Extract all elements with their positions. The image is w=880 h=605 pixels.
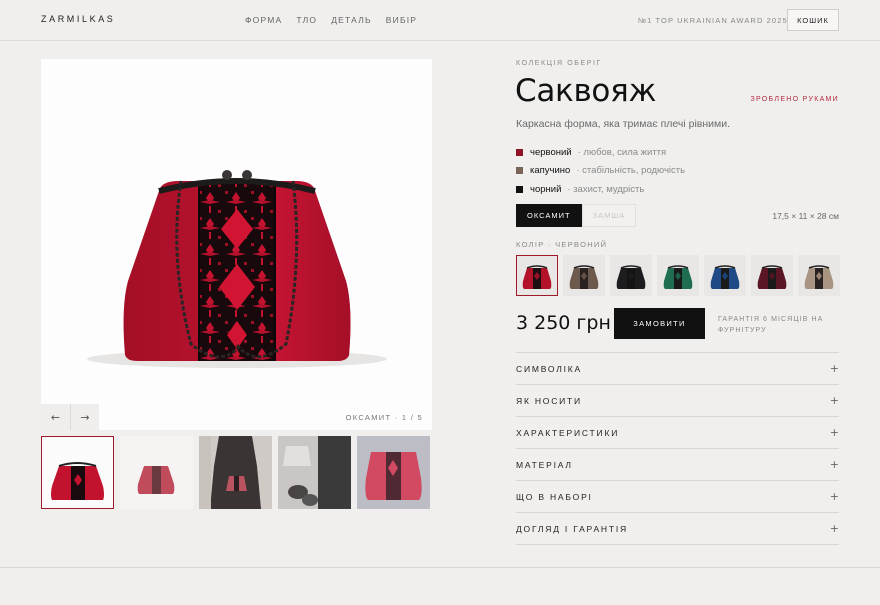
- handmade-badge: ЗРОБЛЕНО РУКАМИ: [750, 96, 839, 103]
- material-selector: ОКСАМИТ ЗАМША: [516, 204, 637, 227]
- accordion-title: ДОГЛЯД І ГАРАНТІЯ: [516, 523, 628, 534]
- color-swatch-5[interactable]: [704, 255, 746, 296]
- plus-icon[interactable]: +: [830, 458, 839, 471]
- color-meaning: · захист, мудрість: [567, 183, 645, 195]
- swatch-bag-image: [563, 255, 605, 296]
- nav-link-vybir[interactable]: ВИБІР: [386, 15, 417, 25]
- color-meaning: · любов, сила життя: [577, 146, 667, 158]
- color-meanings-list: червоний · любов, сила життя капучино · …: [516, 143, 685, 199]
- color-swatch-4[interactable]: [657, 255, 699, 296]
- product-title: Саквояж: [515, 73, 657, 109]
- color-name: капучино: [530, 165, 571, 177]
- thumbnail-3[interactable]: [199, 436, 272, 509]
- nav-link-detal[interactable]: ДЕТАЛЬ: [331, 15, 372, 25]
- accordion-title: ХАРАКТЕРИСТИКИ: [516, 427, 620, 438]
- nav-link-forma[interactable]: ФОРМА: [245, 15, 282, 25]
- accordion-item-material[interactable]: МАТЕРІАЛ +: [516, 449, 839, 481]
- plus-icon[interactable]: +: [830, 426, 839, 439]
- color-swatch-2[interactable]: [563, 255, 605, 296]
- product-subtitle: Каркасна форма, яка тримає плечі рівними…: [516, 118, 731, 130]
- plus-icon[interactable]: +: [830, 490, 839, 503]
- gallery-arrows: ← →: [41, 404, 99, 430]
- color-square: [516, 167, 523, 175]
- material-option-velvet[interactable]: ОКСАМИТ: [516, 204, 582, 227]
- main-product-image[interactable]: [41, 59, 432, 430]
- color-meaning-item: чорний · захист, мудрість: [516, 180, 685, 199]
- main-nav: ФОРМА ТЛО ДЕТАЛЬ ВИБІР: [245, 15, 417, 25]
- thumbnail-strip: [41, 436, 430, 509]
- color-swatch-1[interactable]: [516, 255, 558, 296]
- accordion: СИМВОЛІКА + ЯК НОСИТИ + ХАРАКТЕРИСТИКИ +…: [516, 352, 839, 545]
- thumbnail-5[interactable]: [357, 436, 430, 509]
- swatch-bag-image: [704, 255, 746, 296]
- color-meaning-item: червоний · любов, сила життя: [516, 143, 685, 162]
- accordion-title: МАТЕРІАЛ: [516, 459, 573, 470]
- accordion-item-symbolika[interactable]: СИМВОЛІКА +: [516, 353, 839, 385]
- color-square: [516, 148, 523, 156]
- thumbnail-image: [199, 436, 272, 509]
- plus-icon[interactable]: +: [830, 394, 839, 407]
- bag-illustration: [87, 170, 387, 368]
- color-meaning-item: капучино · стабільність, родючість: [516, 162, 685, 181]
- accordion-title: ЩО В НАБОРІ: [516, 491, 593, 502]
- collection-label: КОЛЕКЦІЯ ОБЕРІГ: [516, 60, 602, 67]
- accordion-title: ЯК НОСИТИ: [516, 395, 582, 406]
- color-name: червоний: [530, 146, 572, 158]
- accordion-item-shcho-v-nabori[interactable]: ЩО В НАБОРІ +: [516, 481, 839, 513]
- thumbnail-2[interactable]: [120, 436, 193, 509]
- accordion-item-dohliad[interactable]: ДОГЛЯД І ГАРАНТІЯ +: [516, 513, 839, 545]
- color-swatch-3[interactable]: [610, 255, 652, 296]
- plus-icon[interactable]: +: [830, 522, 839, 535]
- accordion-item-yak-nosyty[interactable]: ЯК НОСИТИ +: [516, 385, 839, 417]
- swatch-bag-image: [610, 255, 652, 296]
- gallery-counter: ОКСАМИТ · 1 / 5: [345, 413, 423, 422]
- nav-link-tlo[interactable]: ТЛО: [296, 15, 317, 25]
- arrow-right-icon[interactable]: →: [70, 404, 99, 430]
- accordion-title: СИМВОЛІКА: [516, 363, 582, 374]
- arrow-left-icon[interactable]: ←: [41, 404, 70, 430]
- color-name: чорний: [530, 183, 562, 195]
- order-button[interactable]: ЗАМОВИТИ: [614, 308, 705, 339]
- accordion-item-kharakterystyky[interactable]: ХАРАКТЕРИСТИКИ +: [516, 417, 839, 449]
- plus-icon[interactable]: +: [830, 362, 839, 375]
- thumbnail-1[interactable]: [41, 436, 114, 509]
- color-square: [516, 185, 523, 193]
- dimensions: 17,5 × 11 × 28 см: [772, 211, 839, 221]
- thumbnail-image: [278, 436, 351, 509]
- thumbnail-image: [41, 436, 114, 509]
- award-badge: №1 TOP UKRAINIAN AWARD 2025: [638, 16, 788, 25]
- thumbnail-image: [120, 436, 193, 509]
- color-swatch-6[interactable]: [751, 255, 793, 296]
- footer-divider: [0, 567, 880, 568]
- top-bar: ZARMILKAS ФОРМА ТЛО ДЕТАЛЬ ВИБІР №1 TOP …: [0, 0, 880, 41]
- color-swatch-7[interactable]: [798, 255, 840, 296]
- swatch-bag-image: [798, 255, 840, 296]
- color-swatches: [516, 255, 840, 296]
- thumbnail-image: [357, 436, 430, 509]
- price: 3 250 грн: [516, 312, 611, 334]
- color-label: КОЛІР · ЧЕРВОНИЙ: [516, 240, 608, 249]
- logo[interactable]: ZARMILKAS: [41, 14, 115, 24]
- thumbnail-4[interactable]: [278, 436, 351, 509]
- cart-button[interactable]: КОШИК: [787, 9, 839, 31]
- swatch-bag-image: [751, 255, 793, 296]
- guarantee-note: ГАРАНТІЯ 6 МІСЯЦІВ НА ФУРНІТУРУ: [718, 316, 824, 334]
- swatch-bag-image: [657, 255, 699, 296]
- color-meaning: · стабільність, родючість: [576, 165, 686, 177]
- swatch-bag-image: [516, 255, 558, 296]
- material-option-suede[interactable]: ЗАМША: [581, 204, 637, 227]
